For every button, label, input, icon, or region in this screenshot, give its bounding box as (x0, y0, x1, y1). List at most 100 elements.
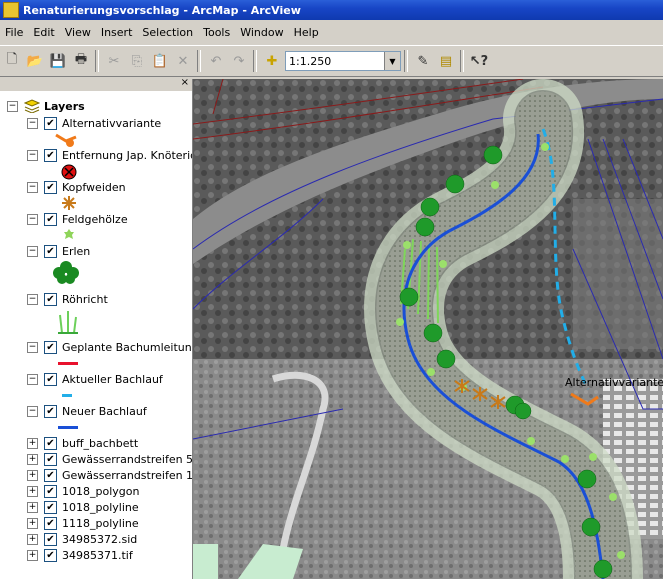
layer-visibility-checkbox[interactable]: ✔ (44, 468, 57, 482)
cut-icon[interactable]: ✂ (103, 50, 125, 72)
layer-row[interactable]: + ✔ 1018_polygon (27, 484, 139, 498)
layer-row[interactable]: − ✔ Röhricht (27, 292, 108, 306)
print-icon[interactable]: 🖶 (70, 50, 92, 72)
layer-visibility-checkbox[interactable]: ✔ (44, 372, 57, 386)
expand-icon[interactable]: + (27, 501, 38, 513)
save-icon[interactable]: 💾 (47, 50, 69, 72)
close-icon[interactable]: × (181, 77, 189, 88)
menu-insert[interactable]: Insert (96, 26, 138, 39)
layer-row[interactable]: + ✔ 34985371.tif (27, 548, 133, 562)
menu-view[interactable]: View (60, 26, 96, 39)
layer-row[interactable]: + ✔ Gewässerrandstreifen 10 (27, 468, 193, 482)
expand-icon[interactable]: + (27, 469, 38, 481)
collapse-icon[interactable]: − (27, 117, 38, 129)
expand-icon[interactable]: + (27, 533, 38, 545)
layer-label: Gewässerrandstreifen 10 (62, 468, 193, 482)
undo-icon[interactable]: ↶ (205, 50, 227, 72)
alder-tree-symbol-icon (53, 261, 79, 284)
arcmap-app-icon (3, 2, 19, 18)
new-document-icon[interactable]: 🗋 (1, 50, 23, 72)
title-bar: Renaturierungsvorschlag - ArcMap - ArcVi… (0, 0, 663, 20)
expand-icon[interactable]: + (27, 453, 38, 465)
layer-visibility-checkbox[interactable]: ✔ (44, 148, 57, 162)
layer-label: Röhricht (62, 292, 108, 306)
layers-root-row[interactable]: − Layers (7, 99, 85, 113)
layer-row[interactable]: + ✔ Gewässerrandstreifen 5 M (27, 452, 192, 466)
open-folder-icon[interactable]: 📂 (24, 50, 46, 72)
collapse-icon[interactable]: − (27, 341, 38, 353)
delete-icon[interactable]: ✕ (172, 50, 194, 72)
planned-diversion-line-icon (58, 362, 78, 365)
layer-visibility-checkbox[interactable]: ✔ (44, 404, 57, 418)
layers-root-label: Layers (44, 99, 85, 113)
paste-icon[interactable]: 📋 (149, 50, 171, 72)
redo-icon[interactable]: ↷ (228, 50, 250, 72)
copy-icon[interactable]: ⎘ (126, 50, 148, 72)
arccatalog-icon[interactable]: ▤ (435, 50, 457, 72)
copse-symbol-icon (64, 229, 74, 239)
layer-visibility-checkbox[interactable]: ✔ (44, 212, 57, 226)
layer-row[interactable]: − ✔ Neuer Bachlauf (27, 404, 147, 418)
toolbar-separator (197, 50, 201, 72)
menu-window[interactable]: Window (235, 26, 288, 39)
add-data-icon[interactable]: ✚ (261, 50, 283, 72)
menu-file[interactable]: File (0, 26, 28, 39)
current-stream-line-icon (62, 394, 72, 397)
layer-row[interactable]: − ✔ Aktueller Bachlauf (27, 372, 163, 386)
collapse-icon[interactable]: − (7, 100, 18, 112)
layer-label: Entfernung Jap. Knöterich (62, 148, 193, 162)
alternativvariante-symbol-icon (55, 133, 77, 147)
layer-row[interactable]: − ✔ Erlen (27, 244, 90, 258)
expand-icon[interactable]: + (27, 517, 38, 529)
layer-row[interactable]: − ✔ Kopfweiden (27, 180, 126, 194)
layer-visibility-checkbox[interactable]: ✔ (44, 436, 57, 450)
editor-toolbar-icon[interactable]: ✎ (412, 50, 434, 72)
layer-row[interactable]: − ✔ Geplante Bachumleitung (27, 340, 192, 354)
expand-icon[interactable]: + (27, 485, 38, 497)
toc-header: × (0, 77, 192, 91)
expand-icon[interactable]: + (27, 549, 38, 561)
layer-visibility-checkbox[interactable]: ✔ (44, 452, 57, 466)
layer-row[interactable]: − ✔ Feldgehölze (27, 212, 128, 226)
layer-row[interactable]: + ✔ buff_bachbett (27, 436, 138, 450)
layer-visibility-checkbox[interactable]: ✔ (44, 548, 57, 562)
layer-visibility-checkbox[interactable]: ✔ (44, 532, 57, 546)
remove-knotweed-symbol-icon (61, 164, 77, 180)
layer-visibility-checkbox[interactable]: ✔ (44, 180, 57, 194)
layer-row[interactable]: − ✔ Entfernung Jap. Knöterich (27, 148, 193, 162)
menu-edit[interactable]: Edit (28, 26, 59, 39)
collapse-icon[interactable]: − (27, 373, 38, 385)
chevron-down-icon[interactable]: ▼ (384, 52, 400, 70)
toolbar-separator (404, 50, 408, 72)
collapse-icon[interactable]: − (27, 213, 38, 225)
layer-row[interactable]: + ✔ 34985372.sid (27, 532, 137, 546)
menu-tools[interactable]: Tools (198, 26, 235, 39)
collapse-icon[interactable]: − (27, 293, 38, 305)
collapse-icon[interactable]: − (27, 405, 38, 417)
map-canvas[interactable]: Alternativvariante Er (193, 79, 663, 579)
layer-visibility-checkbox[interactable]: ✔ (44, 292, 57, 306)
expand-icon[interactable]: + (27, 437, 38, 449)
layer-visibility-checkbox[interactable]: ✔ (44, 484, 57, 498)
map-scale-combobox[interactable]: 1:1.250 ▼ (285, 51, 401, 71)
layer-row[interactable]: − ✔ Alternativvariante (27, 116, 161, 130)
standard-toolbar: 🗋 📂 💾 🖶 ✂ ⎘ 📋 ✕ ↶ ↷ ✚ 1:1.250 ▼ ✎ ▤ ↖? (0, 45, 663, 77)
layer-visibility-checkbox[interactable]: ✔ (44, 500, 57, 514)
collapse-icon[interactable]: − (27, 245, 38, 257)
toolbar-separator (460, 50, 464, 72)
layer-visibility-checkbox[interactable]: ✔ (44, 516, 57, 530)
collapse-icon[interactable]: − (27, 181, 38, 193)
menu-selection[interactable]: Selection (137, 26, 198, 39)
layer-row[interactable]: + ✔ 1118_polyline (27, 516, 139, 530)
menu-help[interactable]: Help (289, 26, 324, 39)
map-view[interactable]: Alternativvariante Er (193, 79, 663, 579)
toolbar-separator (95, 50, 99, 72)
whats-this-help-icon[interactable]: ↖? (468, 50, 490, 72)
plantation-area (573, 199, 663, 349)
collapse-icon[interactable]: − (27, 149, 38, 161)
layer-row[interactable]: + ✔ 1018_polyline (27, 500, 139, 514)
window-title: Renaturierungsvorschlag - ArcMap - ArcVi… (23, 3, 301, 17)
layer-visibility-checkbox[interactable]: ✔ (44, 244, 57, 258)
layer-visibility-checkbox[interactable]: ✔ (44, 340, 57, 354)
layer-visibility-checkbox[interactable]: ✔ (44, 116, 57, 130)
